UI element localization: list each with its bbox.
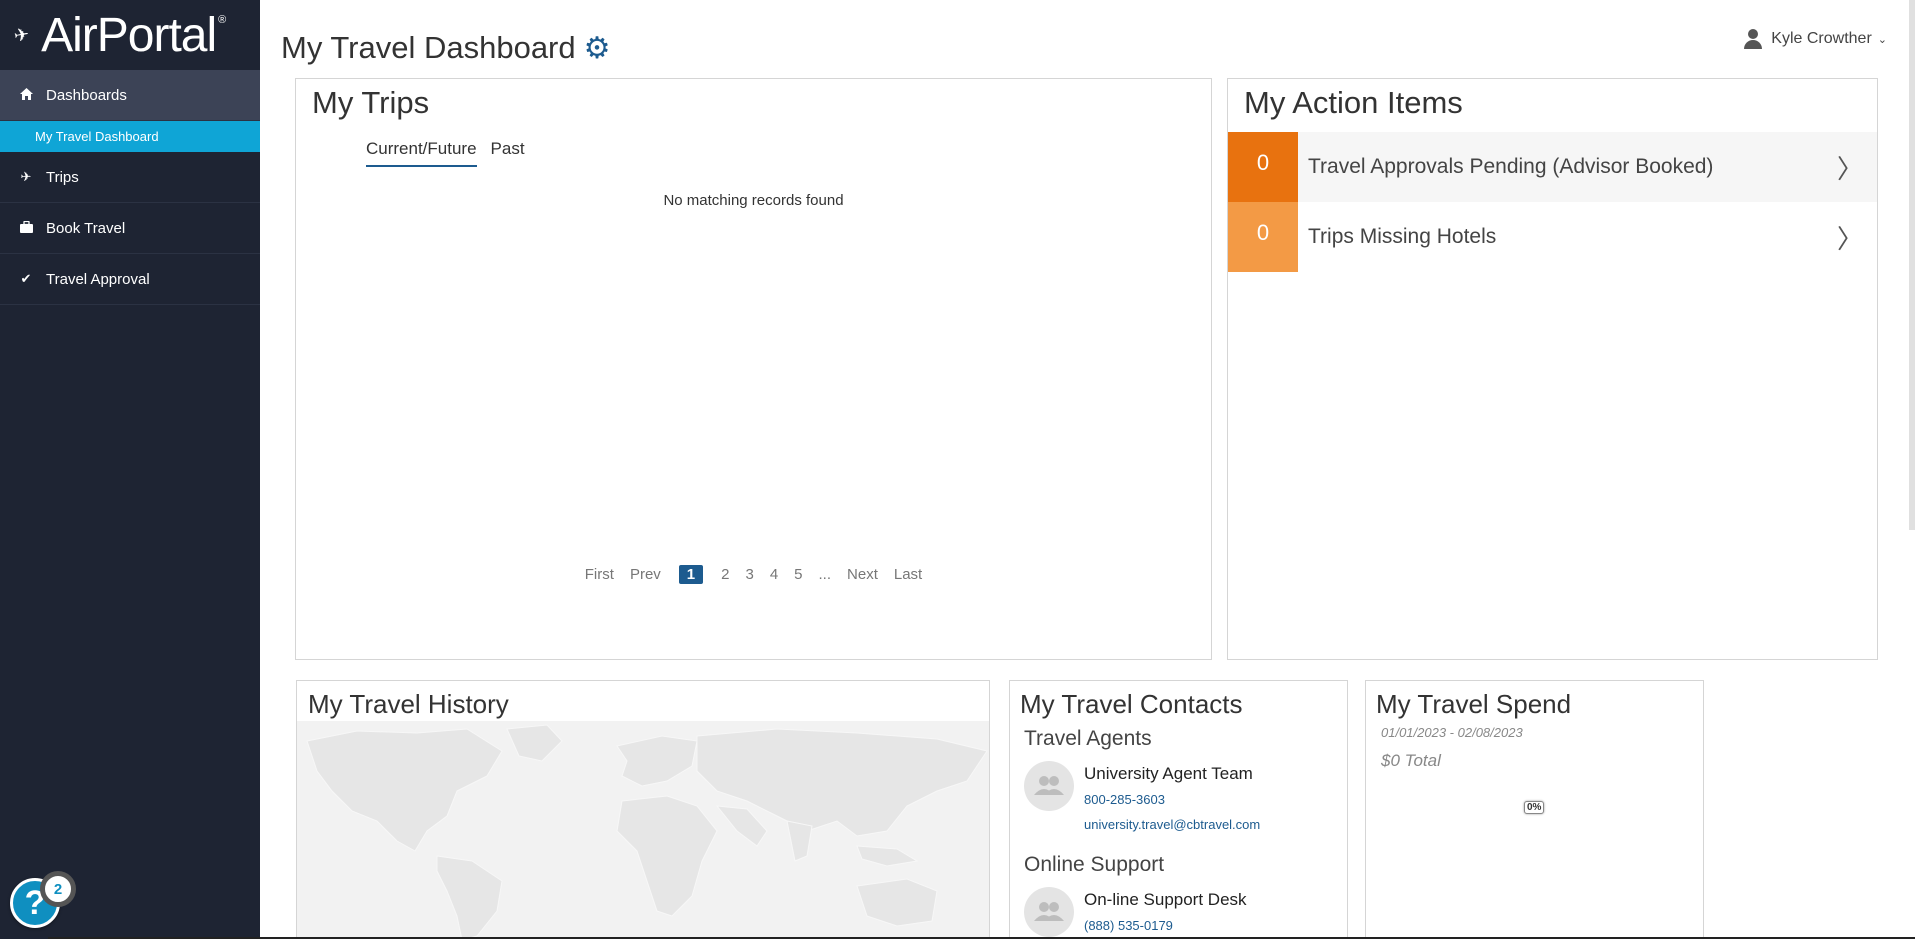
pager-page-2[interactable]: 2: [721, 566, 729, 583]
action-item-travel-approvals[interactable]: 0 Travel Approvals Pending (Advisor Book…: [1228, 132, 1877, 202]
sidebar: ✈ AirPortal ® Dashboards My Travel Dashb…: [0, 0, 260, 939]
action-item-label: Trips Missing Hotels: [1308, 225, 1497, 248]
contact-name: On-line Support Desk: [1084, 890, 1247, 909]
user-icon: [1742, 28, 1764, 50]
pager-page-1[interactable]: 1: [678, 565, 704, 584]
travel-history-title: My Travel History: [308, 689, 509, 719]
sidebar-item-my-travel-dashboard[interactable]: My Travel Dashboard: [0, 121, 260, 152]
spend-total: $0 Total: [1381, 751, 1441, 770]
travel-contacts-title: My Travel Contacts: [1020, 689, 1243, 719]
page-title-text: My Travel Dashboard: [281, 30, 576, 65]
action-count-badge: 0: [1228, 202, 1298, 272]
sidebar-item-label: Trips: [46, 168, 79, 186]
gear-icon[interactable]: ⚙: [584, 31, 611, 66]
pager-page-5[interactable]: 5: [794, 566, 802, 583]
sidebar-item-label: Dashboards: [46, 86, 127, 104]
my-trips-panel: My Trips Current/Future Past No matching…: [295, 78, 1212, 660]
sidebar-item-label: Book Travel: [46, 219, 126, 237]
pagination: First Prev 1 2 3 4 5 ... Next Last: [296, 565, 1211, 584]
my-trips-title: My Trips: [312, 85, 430, 120]
tab-past[interactable]: Past: [491, 139, 525, 167]
pager-prev[interactable]: Prev: [630, 566, 661, 583]
sidebar-item-label: Travel Approval: [46, 270, 150, 288]
user-name: Kyle Crowther: [1771, 30, 1872, 47]
action-item-trips-missing-hotels[interactable]: 0 Trips Missing Hotels 〉: [1228, 202, 1877, 272]
action-items-title: My Action Items: [1244, 85, 1463, 120]
airportal-logo[interactable]: ✈ AirPortal ®: [0, 0, 260, 70]
page-scrollbar[interactable]: [1909, 0, 1915, 530]
action-count-badge: 0: [1228, 132, 1298, 202]
travel-spend-title: My Travel Spend: [1376, 689, 1572, 719]
contact-email-link[interactable]: university.travel@cbtravel.com: [1084, 817, 1260, 832]
sidebar-item-dashboards[interactable]: Dashboards: [0, 70, 260, 121]
logo-registered-mark: ®: [218, 14, 227, 26]
pager-first[interactable]: First: [585, 566, 614, 583]
pager-page-3[interactable]: 3: [745, 566, 753, 583]
page-title: My Travel Dashboard ⚙: [281, 30, 611, 66]
empty-message: No matching records found: [663, 192, 844, 209]
user-menu[interactable]: Kyle Crowther ⌄: [1742, 28, 1887, 50]
help-notification-badge[interactable]: 2: [40, 871, 76, 907]
chevron-right-icon: 〉: [1837, 223, 1864, 254]
contacts-section-heading: Travel Agents: [1024, 727, 1152, 750]
group-avatar-icon: [1024, 887, 1074, 937]
my-travel-contacts-panel: My Travel Contacts Travel Agents Univers…: [1009, 680, 1348, 939]
my-action-items-panel: My Action Items 0 Travel Approvals Pendi…: [1227, 78, 1878, 660]
chevron-down-icon: ⌄: [1877, 33, 1887, 46]
briefcase-icon: [18, 220, 34, 236]
pager-ellipsis[interactable]: ...: [819, 566, 832, 583]
world-map[interactable]: [297, 721, 989, 939]
sidebar-item-book-travel[interactable]: Book Travel: [0, 203, 260, 254]
trips-tabs: Current/Future Past: [366, 139, 539, 167]
my-travel-spend-panel: My Travel Spend 01/01/2023 - 02/08/2023 …: [1365, 680, 1704, 939]
plane-logo-icon: ✈: [12, 23, 31, 46]
pager-last[interactable]: Last: [894, 566, 922, 583]
spend-date-range: 01/01/2023 - 02/08/2023: [1381, 725, 1523, 740]
contact-phone-link[interactable]: 800-285-3603: [1084, 792, 1165, 807]
tab-current-future[interactable]: Current/Future: [366, 139, 477, 167]
action-item-label: Travel Approvals Pending (Advisor Booked…: [1308, 155, 1714, 178]
sidebar-item-trips[interactable]: ✈ Trips: [0, 152, 260, 203]
contact-phone-link[interactable]: (888) 535-0179: [1084, 918, 1173, 933]
my-travel-history-panel: My Travel History: [296, 680, 990, 939]
home-icon: [18, 87, 34, 103]
contacts-section-heading: Online Support: [1024, 853, 1165, 876]
group-avatar-icon: [1024, 761, 1074, 811]
plane-icon: ✈: [20, 169, 32, 184]
contact-name: University Agent Team: [1084, 764, 1253, 783]
spend-percent-label: 0%: [1524, 801, 1545, 814]
chevron-right-icon: 〉: [1837, 153, 1864, 184]
sidebar-item-travel-approval[interactable]: ✔ Travel Approval: [0, 254, 260, 305]
world-map-shapes: [306, 724, 988, 939]
pager-next[interactable]: Next: [847, 566, 878, 583]
pager-page-4[interactable]: 4: [770, 566, 778, 583]
logo-text: AirPortal: [41, 8, 217, 62]
check-icon: ✔: [20, 271, 32, 286]
